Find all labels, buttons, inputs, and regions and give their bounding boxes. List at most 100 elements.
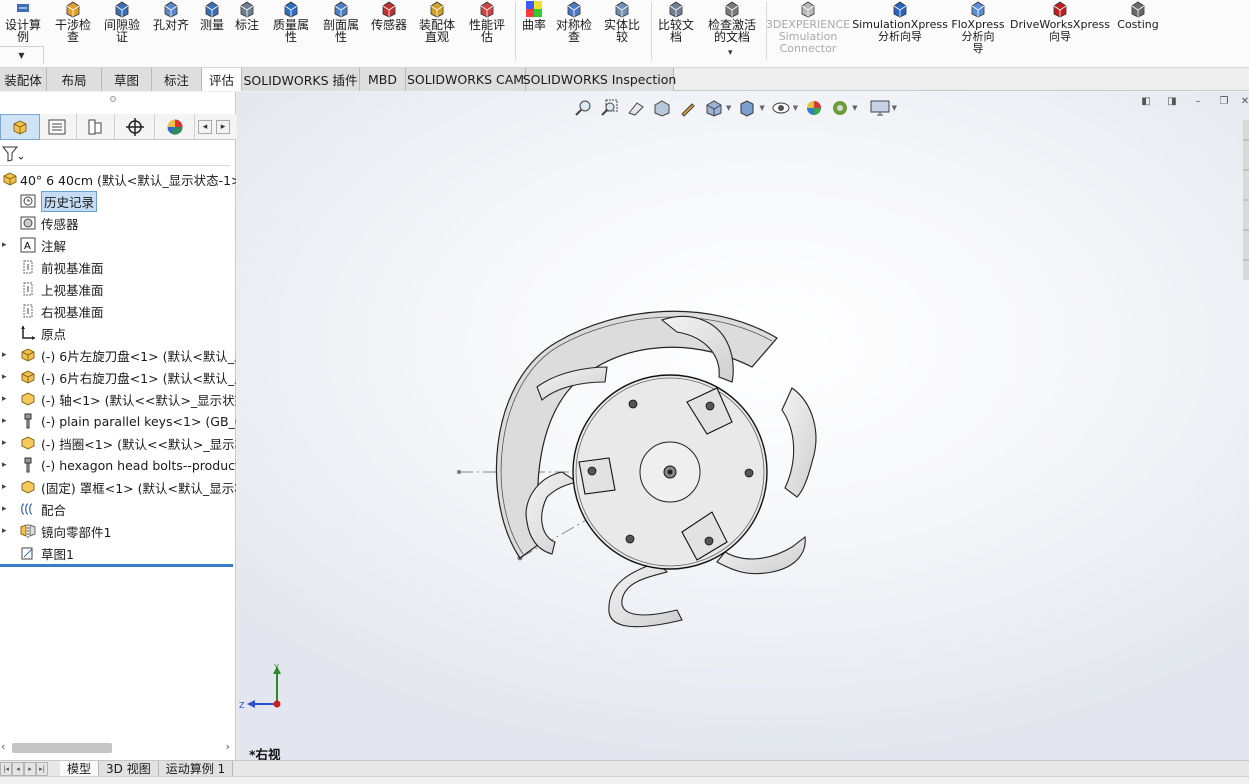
expand-arrow-icon[interactable]: ▸ — [2, 416, 10, 426]
tree-item-label: (-) plain parallel keys<1> (GB_CO — [41, 413, 236, 429]
check-active-document-icon — [722, 0, 742, 18]
measure-icon — [202, 0, 222, 18]
tabs-scroll-left[interactable]: ◂ — [198, 120, 212, 134]
section-properties-button[interactable]: 剖面属 性 — [318, 0, 364, 43]
tab-dimxpertmanager[interactable] — [115, 114, 155, 140]
tree-horizontal-scrollbar[interactable]: ‹ › — [0, 740, 236, 756]
command-tab[interactable]: 布局 — [47, 68, 102, 91]
assembly-visualization-button[interactable]: 装配体 直观 — [414, 0, 460, 43]
tree-item[interactable]: ▸ (-) 轴<1> (默认<<默认>_显示状态 — [0, 388, 236, 410]
bottom-tab[interactable]: 模型 — [60, 760, 100, 777]
tab-configurationmanager[interactable] — [75, 114, 115, 140]
performance-evaluation-button[interactable]: 性能评 估 — [464, 0, 510, 43]
scroll-right-arrow[interactable]: › — [226, 740, 230, 753]
tab-featuremanager[interactable] — [0, 114, 40, 140]
tree-item[interactable]: 历史记录 — [0, 190, 236, 212]
expand-arrow-icon[interactable]: ▸ — [2, 438, 10, 448]
command-tab[interactable]: 草图 — [102, 68, 152, 91]
tree-item[interactable]: ▸ (-) 挡圈<1> (默认<<默认>_显示状 — [0, 432, 236, 454]
tree-item-label: 右视基准面 — [41, 304, 104, 320]
design-study-button[interactable]: 设计算 例 — [2, 0, 44, 43]
command-tab[interactable]: SOLIDWORKS Inspection — [523, 68, 676, 91]
tree-item[interactable]: 上视基准面 — [0, 278, 236, 300]
tab-displaymanager[interactable] — [155, 114, 195, 140]
expand-arrow-icon[interactable]: ▸ — [2, 526, 10, 536]
floxpress-button[interactable]: FloXpress 分析向 导 — [948, 0, 1008, 55]
measure-button[interactable]: 测量 — [197, 0, 227, 31]
expand-arrow-icon[interactable]: ▸ — [2, 482, 10, 492]
performance-evaluation-icon — [477, 0, 497, 18]
tree-item[interactable]: 前视基准面 — [0, 256, 236, 278]
tree-item[interactable]: 传感器 — [0, 212, 236, 234]
status-bar — [0, 776, 1249, 784]
tree-filter-bar[interactable] — [0, 142, 230, 166]
first-tab-button[interactable]: |◂ — [0, 761, 12, 776]
command-tab[interactable]: 标注 — [152, 68, 202, 91]
symmetry-check-button[interactable]: 对称检 查 — [553, 0, 595, 43]
expand-arrow-icon[interactable]: ▸ — [2, 350, 10, 360]
design-study-dropdown[interactable]: ▼ — [0, 46, 44, 64]
tree-root[interactable]: 40° 6 40cm (默认<默认_显示状态-1>) — [0, 168, 236, 190]
markup-button[interactable]: 标注 — [232, 0, 262, 31]
expand-arrow-icon[interactable]: ▸ — [2, 372, 10, 382]
tree-item[interactable]: ▸ (-) hexagon head bolts--product — [0, 454, 236, 476]
scroll-left-arrow[interactable]: ‹ — [1, 740, 5, 753]
mass-properties-button[interactable]: 质量属 性 — [268, 0, 314, 43]
svg-text:A: A — [24, 241, 31, 252]
panel-splitter[interactable] — [110, 96, 116, 102]
interference-check-icon — [63, 0, 83, 18]
tree-item[interactable]: 草图1 — [0, 542, 236, 564]
driveworksxpress-button[interactable]: DriveWorksXpress 向导 — [1010, 0, 1110, 43]
tree-item[interactable]: ▸ 配合 — [0, 498, 236, 520]
expand-arrow-icon[interactable]: ▸ — [2, 504, 10, 514]
tree-item[interactable]: 右视基准面 — [0, 300, 236, 322]
simulationxpress-button[interactable]: SimulationXpress 分析向导 — [852, 0, 948, 43]
toolbox-part-icon — [20, 457, 36, 473]
tabs-scroll-right[interactable]: ▸ — [216, 120, 230, 134]
expand-arrow-icon[interactable]: ▸ — [2, 394, 10, 404]
expand-arrow-icon[interactable]: ▸ — [2, 460, 10, 470]
interference-check-button[interactable]: 干涉检 查 — [50, 0, 96, 43]
mates-icon — [20, 501, 36, 517]
expand-arrow-icon[interactable]: ▸ — [2, 240, 10, 250]
check-active-document-button[interactable]: 检查激活 的文档 — [702, 0, 762, 43]
scroll-thumb[interactable] — [12, 743, 112, 753]
body-compare-button[interactable]: 实体比 较 — [601, 0, 643, 43]
displaymanager-icon — [166, 119, 183, 135]
tree-item[interactable]: ▸ (固定) 罩框<1> (默认<默认_显示状 — [0, 476, 236, 498]
prev-tab-button[interactable]: ◂ — [12, 761, 24, 776]
3dexperience-button[interactable]: 3DEXPERIENCE Simulation Connector — [766, 0, 850, 55]
rollback-bar[interactable] — [0, 564, 233, 567]
clearance-verification-button[interactable]: 间隙验 证 — [99, 0, 145, 43]
origin-icon — [20, 325, 36, 341]
command-tab[interactable]: SOLIDWORKS CAM — [406, 68, 526, 91]
bottom-tab[interactable]: 3D 视图 — [99, 760, 159, 777]
assembly-icon — [2, 171, 18, 187]
check-document-dropdown[interactable]: ▾ — [728, 48, 733, 58]
rotary-tiller-model[interactable] — [237, 92, 1249, 760]
tree-item[interactable]: 原点 — [0, 322, 236, 344]
tab-propertymanager[interactable] — [37, 114, 77, 140]
markup-icon — [237, 0, 257, 18]
tree-item[interactable]: ▸ (-) 6片左旋刀盘<1> (默认<默认_显 — [0, 344, 236, 366]
last-tab-button[interactable]: ▸| — [36, 761, 48, 776]
part-icon — [20, 435, 36, 451]
tree-item[interactable]: ▸ 镜向零部件1 — [0, 520, 236, 542]
command-tab[interactable]: 装配体 — [0, 68, 47, 91]
tree-item-label: (-) 6片右旋刀盘<1> (默认<默认_显 — [41, 370, 236, 386]
graphics-area[interactable]: ▼ ▼ ▼ ▼ ▼ ◧ ◨ – ❐ ✕ Y Z *右视 — [237, 92, 1249, 760]
hole-alignment-button[interactable]: 孔对齐 — [148, 0, 194, 31]
tree-item[interactable]: ▸ (-) plain parallel keys<1> (GB_CO — [0, 410, 236, 432]
command-tab[interactable]: MBD — [360, 68, 406, 91]
curvature-button[interactable]: 曲率 — [519, 0, 549, 31]
command-tab[interactable]: SOLIDWORKS 插件 — [242, 68, 360, 91]
compare-documents-button[interactable]: 比较文 档 — [655, 0, 697, 43]
sensor-button[interactable]: 传感器 — [366, 0, 412, 31]
tree-item[interactable]: ▸ (-) 6片右旋刀盘<1> (默认<默认_显 — [0, 366, 236, 388]
view-orientation-label: *右视 — [249, 747, 281, 760]
bottom-tab[interactable]: 运动算例 1 — [158, 760, 234, 777]
costing-button[interactable]: Costing — [1113, 0, 1163, 31]
tree-item[interactable]: ▸ A 注解 — [0, 234, 236, 256]
command-tab[interactable]: 评估 — [202, 68, 242, 91]
next-tab-button[interactable]: ▸ — [24, 761, 36, 776]
